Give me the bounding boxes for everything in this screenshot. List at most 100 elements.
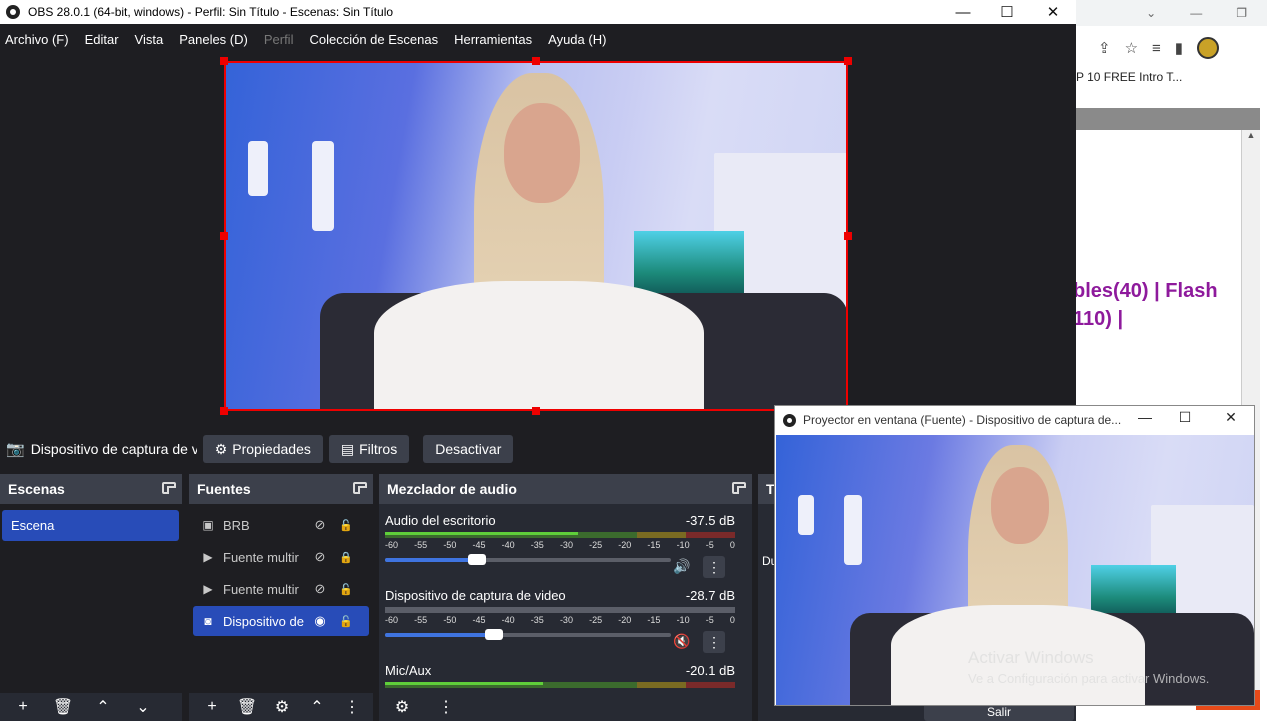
slider-knob[interactable] (467, 554, 486, 565)
resize-handle[interactable] (532, 57, 540, 65)
scale-tick: -20 (618, 615, 632, 625)
more-icon[interactable]: ⋮ (339, 696, 365, 718)
menu-paneles[interactable]: Paneles (D) (179, 32, 248, 47)
volume-slider[interactable] (385, 554, 671, 565)
play-icon: ▶ (203, 550, 213, 564)
browser-toolbar: ⇪ ☆ ≡ ▮ (1076, 32, 1267, 64)
close-button[interactable]: ✕ (1211, 409, 1251, 426)
undock-icon[interactable] (353, 482, 367, 494)
source-item[interactable]: ▣ BRB ⊘ 🔓 (193, 510, 369, 540)
resize-handle[interactable] (220, 232, 228, 240)
projector-titlebar: Proyector en ventana (Fuente) - Disposit… (775, 406, 1254, 434)
move-down-button[interactable]: ⌄ (130, 696, 156, 718)
sidebar-icon[interactable]: ▮ (1175, 39, 1183, 57)
star-icon[interactable]: ☆ (1125, 39, 1138, 57)
move-up-button[interactable]: ⌃ (304, 696, 330, 718)
scene-item[interactable]: Escena (2, 510, 179, 541)
selection-box[interactable] (224, 61, 848, 411)
maximize-button[interactable]: ☐ (984, 0, 1030, 24)
trash-icon[interactable]: 🗑 (234, 696, 260, 718)
volume-slider[interactable] (385, 629, 671, 640)
deactivate-button[interactable]: Desactivar (423, 435, 514, 463)
scale-tick: -30 (559, 540, 573, 550)
more-icon[interactable]: ⋮ (703, 631, 725, 653)
mixer-channel: Audio del escritorio -37.5 dB -60 -55 -50 -4… (385, 513, 735, 565)
filters-label: Filtros (359, 441, 398, 457)
gear-icon[interactable]: ⚙ (389, 696, 415, 718)
scale-tick: -30 (559, 615, 573, 625)
meter-scale: -60 -55 -50 -45 -40 -35 -30 -25 -20 -15 -10 -5 0 (385, 540, 735, 550)
add-scene-button[interactable]: + (10, 696, 36, 718)
eye-off-icon[interactable]: ⊘ (311, 549, 329, 565)
scale-tick: 0 (729, 540, 735, 550)
avatar[interactable] (1197, 37, 1220, 59)
resize-handle[interactable] (532, 407, 540, 415)
more-icon[interactable]: ⋮ (703, 556, 725, 578)
maximize-button[interactable]: ☐ (1165, 409, 1205, 426)
minimize-button[interactable]: — (1125, 409, 1165, 425)
lock-icon[interactable]: 🔒 (339, 551, 353, 564)
menu-herramientas[interactable]: Herramientas (454, 32, 532, 47)
close-button[interactable]: ✕ (1030, 0, 1076, 24)
source-label: Dispositivo de (223, 613, 304, 629)
preview-area[interactable] (0, 52, 1076, 424)
unlock-icon[interactable]: 🔓 (339, 615, 353, 628)
scale-tick: -15 (647, 615, 661, 625)
volume-meter (385, 607, 735, 613)
window-title: OBS 28.0.1 (64-bit, windows) - Perfil: S… (28, 5, 394, 19)
resize-handle[interactable] (844, 57, 852, 65)
properties-label: Propiedades (232, 441, 311, 457)
scroll-up-icon[interactable]: ▲ (1242, 130, 1260, 140)
media-icon[interactable]: ≡ (1152, 40, 1161, 57)
channel-db: -20.1 dB (685, 663, 735, 678)
share-icon[interactable]: ⇪ (1098, 39, 1111, 57)
trash-icon[interactable]: 🗑 (50, 696, 76, 718)
add-source-button[interactable]: + (199, 696, 225, 718)
chevron-down-icon[interactable]: ⌄ (1146, 6, 1156, 20)
minimize-icon[interactable]: — (1190, 6, 1202, 20)
menu-ayuda[interactable]: Ayuda (H) (548, 32, 606, 47)
resize-handle[interactable] (220, 57, 228, 65)
restore-icon[interactable]: ❐ (1236, 6, 1247, 20)
undock-icon[interactable] (162, 482, 176, 494)
menu-vista[interactable]: Vista (135, 32, 164, 47)
resize-handle[interactable] (844, 232, 852, 240)
unlock-icon[interactable]: 🔓 (339, 583, 353, 596)
title-bar: OBS 28.0.1 (64-bit, windows) - Perfil: S… (0, 0, 1076, 24)
source-item[interactable]: ▶ Fuente multir ⊘ 🔒 (193, 542, 369, 572)
more-icon[interactable]: ⋮ (433, 696, 459, 718)
page-link-text[interactable]: 110) | (1076, 308, 1123, 331)
eye-off-icon[interactable]: ⊘ (311, 581, 329, 597)
move-up-button[interactable]: ⌃ (90, 696, 116, 718)
bookmark-item[interactable]: P 10 FREE Intro T... (1076, 70, 1182, 84)
activation-watermark: Activar Windows (968, 648, 1094, 667)
menu-coleccion-escenas[interactable]: Colección de Escenas (309, 32, 438, 47)
muted-speaker-icon[interactable]: 🔇 (673, 633, 690, 650)
source-item[interactable]: ▶ Fuente multir ⊘ 🔓 (193, 574, 369, 604)
source-toolbar: 📷 Dispositivo de captura de v ⚙ Propiedad… (0, 431, 775, 467)
scale-tick: 0 (729, 615, 735, 625)
scale-tick: -25 (589, 540, 603, 550)
menu-perfil[interactable]: Perfil (264, 32, 294, 47)
scale-tick: -15 (647, 540, 661, 550)
filters-button[interactable]: ▤ Filtros (328, 435, 410, 463)
volume-meter (385, 532, 735, 538)
properties-button[interactable]: ⚙ Propiedades (202, 435, 323, 463)
slider-knob[interactable] (484, 629, 503, 640)
menu-editar[interactable]: Editar (85, 32, 119, 47)
undock-icon[interactable] (732, 482, 746, 494)
eye-icon[interactable]: ◉ (311, 613, 329, 629)
page-link-text[interactable]: bles(40) | Flash (1076, 280, 1218, 303)
gear-icon[interactable]: ⚙ (269, 696, 295, 718)
speaker-icon[interactable]: 🔊 (673, 558, 690, 575)
menu-archivo[interactable]: Archivo (F) (5, 32, 69, 47)
scene-label: Escena (11, 518, 55, 533)
resize-handle[interactable] (220, 407, 228, 415)
unlock-icon[interactable]: 🔓 (339, 519, 353, 532)
scale-tick: -50 (443, 540, 457, 550)
scale-tick: -40 (501, 615, 515, 625)
source-item-selected[interactable]: ◙ Dispositivo de ◉ 🔓 (193, 606, 369, 636)
eye-off-icon[interactable]: ⊘ (311, 517, 329, 533)
scale-tick: -50 (443, 615, 457, 625)
minimize-button[interactable]: — (940, 0, 986, 24)
